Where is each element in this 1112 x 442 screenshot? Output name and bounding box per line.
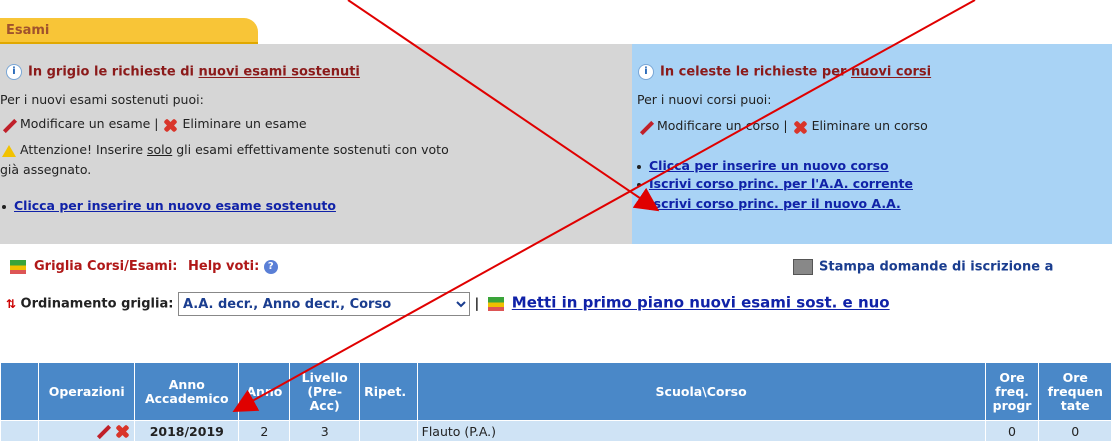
bullet: [2, 204, 6, 209]
separator: |: [474, 296, 480, 312]
sort-label: Ordinamento griglia:: [20, 296, 174, 312]
col-header[interactable]: Anno Accademico: [134, 362, 240, 421]
add-course-link[interactable]: Clicca per inserire un nuovo corso: [649, 158, 889, 173]
modify-exam-label: Modificare un esame |: [19, 116, 159, 131]
print-bar: Stampa domande di iscrizione a: [793, 259, 1053, 275]
enroll-new-year-link[interactable]: Iscrivi corso princ. per il nuovo A.A.: [649, 196, 901, 211]
courses-info-panel: i In celeste le richieste per nuovi corsi…: [632, 44, 1112, 244]
delete-x-icon: [792, 119, 808, 135]
col-header[interactable]: Ore frequen tate: [1038, 362, 1112, 421]
col-header[interactable]: Livello (Pre-Acc): [289, 362, 361, 421]
header-row: Operazioni Anno Accademico Anno Livello …: [0, 362, 1112, 421]
modify-course-label: Modificare un corso |: [656, 118, 788, 133]
info-icon: i: [6, 64, 22, 80]
courses-intro: Per i nuovi corsi puoi:: [637, 92, 772, 107]
course-cell: Flauto (P.A.): [416, 420, 986, 442]
grid-icon: [10, 259, 26, 274]
exams-actions: Modificare un esame | Eliminare un esame: [0, 116, 307, 133]
col-header[interactable]: Scuola\Corso: [416, 362, 986, 421]
exams-info-panel: i In grigio le richieste di nuovi esami s…: [0, 44, 632, 244]
delete-exam-label: Eliminare un esame: [182, 116, 307, 131]
delete-course-label: Eliminare un corso: [811, 118, 928, 133]
help-label: Help voti:: [188, 259, 260, 274]
year-cell: 2: [238, 420, 291, 442]
sort-bar: ⇅ Ordinamento griglia: A.A. decr., Anno …: [6, 292, 890, 316]
academic-year-cell: 2018/2019: [134, 420, 240, 442]
col-header: Operazioni: [38, 362, 136, 421]
add-exam-link[interactable]: Clicca per inserire un nuovo esame soste…: [14, 198, 336, 213]
warning-line-2: già assegnato.: [0, 162, 92, 177]
level-cell: 3: [289, 420, 361, 442]
grid-bar: Griglia Corsi/Esami: Help voti: ?: [10, 259, 278, 274]
bullet: [637, 202, 641, 207]
col-header[interactable]: Anno: [238, 362, 291, 421]
warning-icon: [2, 144, 16, 157]
edit-pencil-icon[interactable]: [94, 423, 110, 439]
help-icon[interactable]: ?: [263, 259, 278, 274]
print-icon: [793, 259, 813, 275]
col-header[interactable]: Ripet.: [359, 362, 418, 421]
bring-to-front-link[interactable]: Metti in primo piano nuovi esami sost. e…: [512, 294, 890, 312]
grid-label: Griglia Corsi/Esami:: [34, 259, 178, 274]
tab-esami[interactable]: Esami: [0, 18, 258, 44]
enroll-current-year-link[interactable]: Iscrivi corso princ. per l'A.A. corrente: [649, 176, 913, 191]
pencil-icon: [0, 117, 16, 133]
add-exam-item: Clicca per inserire un nuovo esame soste…: [2, 198, 336, 213]
repeat-cell: [359, 420, 418, 442]
info-icon: i: [638, 64, 654, 80]
bullet: [637, 182, 641, 187]
hours-programmed-cell: 0: [984, 420, 1040, 442]
row-cell: [0, 420, 40, 442]
table-row: 2018/2019 2 3 Flauto (P.A.) 0 0: [0, 420, 1112, 442]
warning-line: Attenzione! Inserire solo gli esami effe…: [2, 142, 449, 157]
sort-icon: ⇅: [6, 297, 17, 311]
delete-x-icon: [162, 117, 178, 133]
courses-link-item: Iscrivi corso princ. per l'A.A. corrente: [637, 176, 913, 191]
exams-panel-title: i In grigio le richieste di nuovi esami s…: [6, 64, 360, 80]
courses-link-item: Iscrivi corso princ. per il nuovo A.A.: [637, 196, 901, 211]
print-requests-link[interactable]: Stampa domande di iscrizione a: [819, 260, 1053, 275]
hours-attended-cell: 0: [1038, 420, 1112, 442]
bullet: [637, 164, 641, 169]
new-exams-link[interactable]: nuovi esami sostenuti: [199, 65, 360, 80]
delete-x-icon[interactable]: [114, 423, 130, 439]
courses-actions: Modificare un corso | Eliminare un corso: [637, 118, 928, 135]
col-header: [0, 362, 40, 421]
exams-intro: Per i nuovi esami sostenuti puoi:: [0, 92, 204, 107]
new-courses-link[interactable]: nuovi corsi: [851, 65, 931, 80]
courses-link-item: Clicca per inserire un nuovo corso: [637, 158, 889, 173]
operations-cell: [38, 420, 136, 442]
courses-panel-title: i In celeste le richieste per nuovi corsi: [638, 64, 931, 80]
courses-exams-grid: Operazioni Anno Accademico Anno Livello …: [0, 362, 1112, 442]
grid-icon: [487, 297, 504, 311]
col-header[interactable]: Ore freq. progr: [984, 362, 1040, 421]
tab-label: Esami: [6, 23, 50, 38]
pencil-icon: [637, 119, 653, 135]
sort-select[interactable]: A.A. decr., Anno decr., Corso: [177, 292, 470, 316]
